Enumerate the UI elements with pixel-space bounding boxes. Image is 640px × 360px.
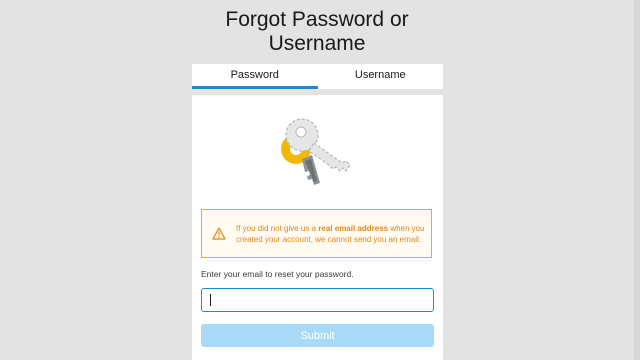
page-title: Forgot Password or Username (0, 8, 634, 56)
warning-text-before: If you did not give us a (236, 223, 319, 233)
tab-username[interactable]: Username (318, 64, 444, 89)
password-reset-card: If you did not give us a real email addr… (192, 95, 443, 360)
scrollbar[interactable] (634, 0, 640, 360)
warning-triangle-icon (202, 227, 236, 240)
submit-button[interactable]: Submit (201, 324, 434, 347)
text-cursor (210, 294, 211, 306)
email-warning: If you did not give us a real email addr… (201, 209, 432, 258)
recovery-tabs: Password Username (192, 64, 443, 89)
page-title-line-1: Forgot Password or (225, 8, 409, 31)
page: Forgot Password or Username Password Use… (0, 0, 640, 360)
keys-illustration-icon (272, 109, 362, 199)
email-prompt: Enter your email to reset your password. (201, 269, 354, 279)
email-input[interactable] (201, 288, 434, 312)
tab-password[interactable]: Password (192, 64, 318, 89)
warning-text-bold: real email address (318, 223, 389, 233)
warning-message: If you did not give us a real email addr… (236, 223, 431, 245)
page-title-line-2: Username (268, 32, 366, 55)
